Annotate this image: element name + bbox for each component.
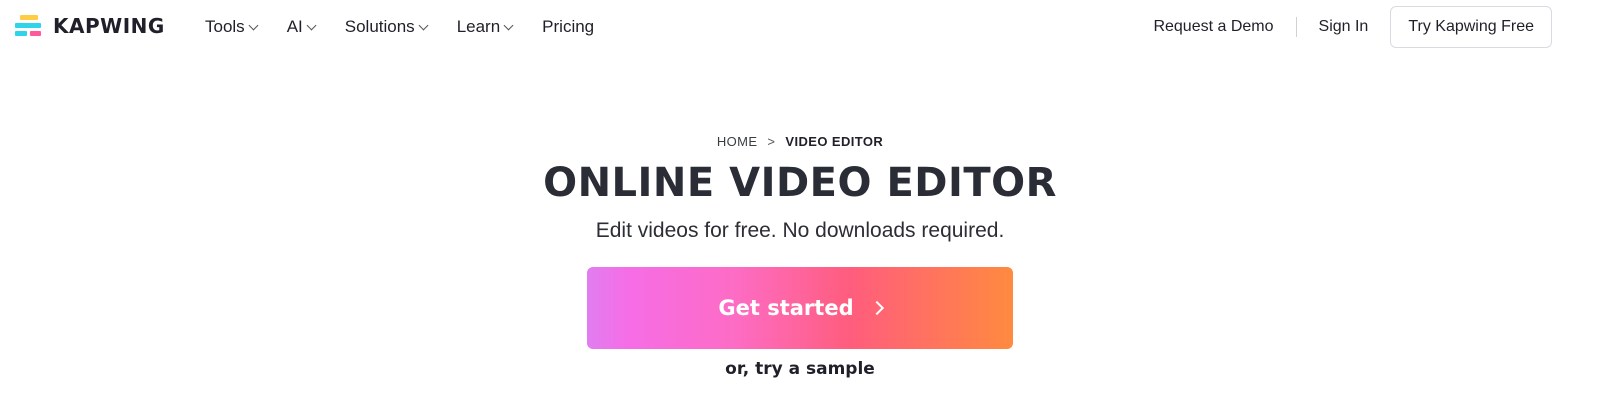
brand-logo[interactable]: KAPWING (15, 14, 165, 38)
kapwing-logo-icon (15, 15, 41, 37)
nav-item-label: Tools (205, 17, 245, 36)
page-subtitle: Edit videos for free. No downloads requi… (595, 219, 1005, 242)
top-nav-bar: KAPWING Tools AI Solutions Learn Pricing… (0, 0, 1600, 54)
breadcrumb: HOME > VIDEO EDITOR (0, 134, 1600, 149)
nav-actions: Request a Demo Sign In Try Kapwing Free (1153, 6, 1552, 48)
main-menu: Tools AI Solutions Learn Pricing (205, 0, 624, 54)
sign-in-link[interactable]: Sign In (1319, 18, 1369, 36)
breadcrumb-current: VIDEO EDITOR (785, 134, 884, 149)
nav-item-label: Pricing (542, 17, 595, 36)
chevron-down-icon (418, 20, 429, 30)
try-sample-link[interactable]: or, try a sample (725, 359, 875, 379)
brand-name: KAPWING (53, 14, 165, 38)
chevron-down-icon (503, 20, 514, 30)
nav-item-label: Solutions (344, 17, 415, 36)
nav-item-ai[interactable]: AI (286, 17, 317, 37)
nav-divider (1295, 17, 1297, 37)
breadcrumb-home-link[interactable]: HOME (717, 134, 758, 149)
chevron-down-icon (248, 20, 259, 30)
get-started-button[interactable]: Get started (587, 267, 1013, 349)
chevron-right-icon (869, 300, 884, 316)
breadcrumb-separator-icon: > (767, 134, 776, 149)
nav-item-label: Learn (456, 17, 501, 36)
try-sample-row: or, try a sample (0, 359, 1600, 379)
nav-item-pricing[interactable]: Pricing (542, 17, 594, 37)
try-kapwing-free-button[interactable]: Try Kapwing Free (1390, 6, 1552, 48)
chevron-down-icon (306, 20, 317, 30)
get-started-label: Get started (718, 296, 854, 320)
nav-item-label: AI (286, 17, 303, 36)
page-title: ONLINE VIDEO EDITOR (543, 160, 1057, 206)
nav-item-solutions[interactable]: Solutions (344, 17, 429, 37)
request-demo-link[interactable]: Request a Demo (1153, 18, 1273, 36)
nav-item-learn[interactable]: Learn (456, 17, 514, 37)
nav-item-tools[interactable]: Tools (205, 17, 259, 37)
